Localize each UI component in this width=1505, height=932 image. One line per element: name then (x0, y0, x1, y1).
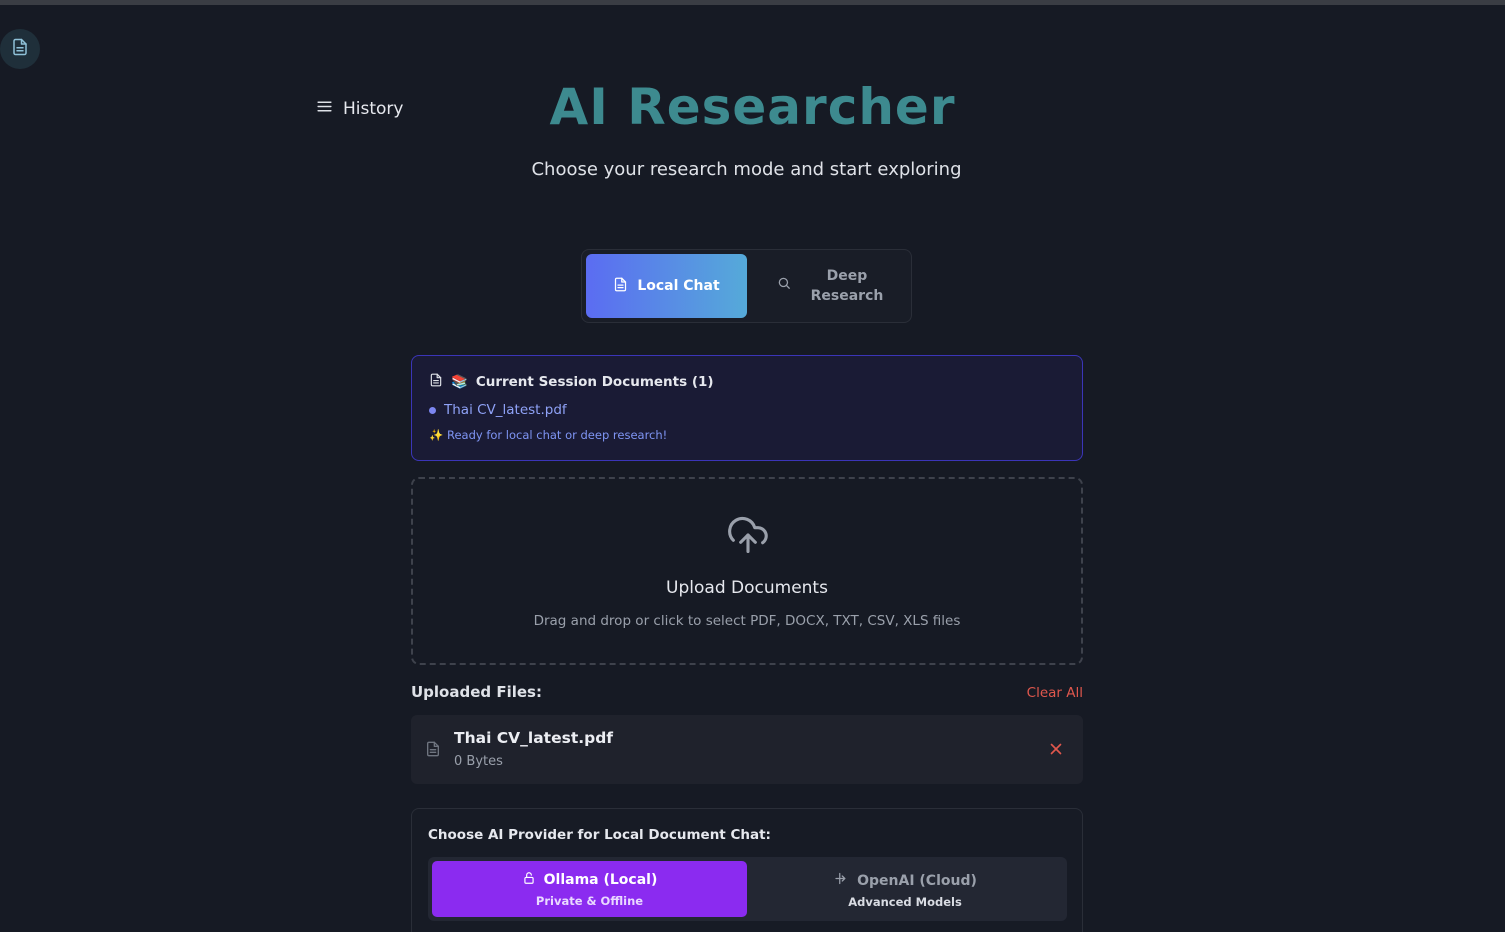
provider-openai-name: OpenAI (Cloud) (857, 872, 977, 889)
mode-switch: Local Chat Deep Research (581, 249, 912, 323)
close-icon[interactable] (1047, 740, 1065, 762)
provider-ollama-button[interactable]: Ollama (Local) Private & Offline (432, 861, 747, 917)
books-emoji-icon: 📚 (451, 374, 468, 390)
uploaded-file-size: 0 Bytes (454, 754, 503, 769)
session-file-name: Thai CV_latest.pdf (444, 402, 567, 418)
provider-ollama-sub: Private & Offline (535, 894, 644, 908)
page-title: AI Researcher (549, 78, 956, 136)
deep-research-tab[interactable]: Deep Research (752, 254, 908, 318)
document-icon (429, 373, 443, 391)
provider-ollama-name: Ollama (Local) (543, 872, 658, 888)
cloud-upload-icon (726, 512, 770, 562)
session-heading: 📚 Current Session Documents (1) (429, 373, 714, 391)
ai-provider-panel: Choose AI Provider for Local Document Ch… (411, 808, 1083, 932)
session-documents-panel: 📚 Current Session Documents (1) Thai CV_… (411, 355, 1083, 461)
document-icon (613, 277, 628, 296)
uploaded-file-name: Thai CV_latest.pdf (454, 729, 614, 747)
local-chat-tab[interactable]: Local Chat (586, 254, 747, 318)
search-icon (777, 276, 791, 296)
documents-corner-button[interactable] (0, 29, 40, 69)
upload-dropzone[interactable]: Upload Documents Drag and drop or click … (411, 477, 1083, 665)
upload-subtitle: Drag and drop or click to select PDF, DO… (533, 613, 961, 629)
provider-switch: Ollama (Local) Private & Offline OpenAI … (428, 857, 1067, 921)
provider-label: Choose AI Provider for Local Document Ch… (428, 827, 771, 843)
file-icon (425, 740, 441, 762)
document-icon (11, 38, 29, 60)
session-file-item: Thai CV_latest.pdf (429, 402, 567, 418)
deep-research-label: Deep Research (810, 268, 884, 304)
uploaded-file-row: Thai CV_latest.pdf 0 Bytes (411, 715, 1083, 784)
page-subtitle: Choose your research mode and start expl… (531, 159, 962, 180)
provider-openai-button[interactable]: OpenAI (Cloud) Advanced Models (747, 861, 1063, 917)
local-chat-label: Local Chat (637, 278, 720, 294)
window-top-bar (0, 0, 1505, 5)
uploaded-files-label: Uploaded Files: (411, 683, 542, 701)
bullet-dot-icon (429, 406, 436, 414)
upload-title: Upload Documents (666, 578, 828, 598)
lock-icon (522, 871, 536, 889)
provider-openai-sub: Advanced Models (848, 895, 962, 909)
clear-all-button[interactable]: Clear All (1027, 685, 1083, 701)
session-heading-label: Current Session Documents (1) (475, 374, 714, 390)
session-status-note: ✨ Ready for local chat or deep research! (429, 428, 668, 442)
cloud-arrow-icon (833, 871, 849, 890)
